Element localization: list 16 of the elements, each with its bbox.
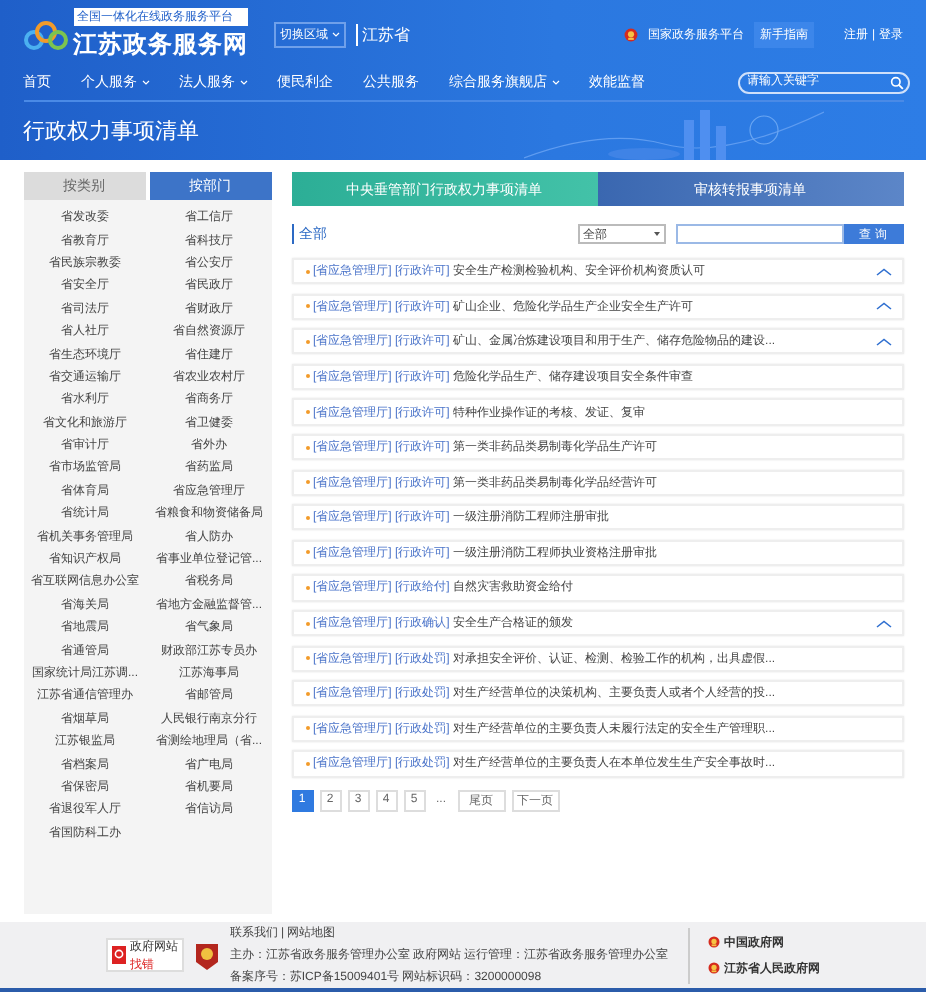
logo-icon (23, 19, 67, 51)
caret-icon (332, 32, 340, 38)
chevron-up-icon[interactable] (875, 337, 891, 346)
logo-title: 江苏政务服务网 (73, 28, 248, 62)
chevron-up-icon[interactable] (875, 267, 891, 276)
caret-icon (653, 232, 659, 236)
search-icon[interactable] (889, 75, 903, 89)
emblem-icon (623, 28, 638, 42)
keyword-input[interactable] (675, 224, 843, 244)
party-emblem-icon (193, 939, 220, 971)
chevron-up-icon[interactable] (875, 619, 891, 628)
page-title: 行政权力事项清单 (23, 118, 199, 146)
chevron-up-icon[interactable] (875, 302, 891, 311)
emblem-icon (708, 962, 721, 974)
emblem-icon (708, 936, 721, 948)
region-label: 江苏省 (356, 24, 410, 46)
